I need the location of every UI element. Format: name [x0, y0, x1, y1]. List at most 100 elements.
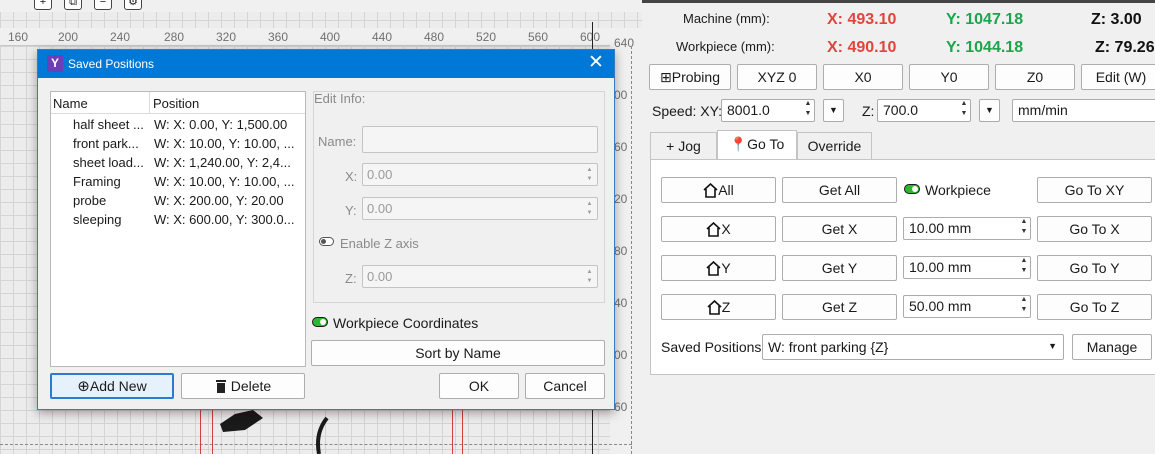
speed-xy-spinner[interactable]: ▲ ▼ [801, 99, 815, 122]
z-target-input[interactable]: 50.00 mm [903, 295, 1031, 318]
workpiece-toggle[interactable] [904, 184, 920, 194]
x-label: X: [345, 169, 358, 184]
dialog-title-bar[interactable]: Y Saved Positions ✕ [38, 50, 614, 78]
speed-xy-value: 8001.0 [727, 102, 770, 118]
enable-z-toggle[interactable] [319, 237, 334, 246]
get-x-button[interactable]: Get X [782, 216, 897, 242]
list-item[interactable]: sheet load... W: X: 1,240.00, Y: 2,4... [51, 154, 305, 173]
y-zero-button[interactable]: Y0 [909, 64, 989, 90]
list-item[interactable]: probe W: X: 200.00, Y: 20.00 [51, 192, 305, 211]
home-y-button[interactable]: Y [661, 255, 776, 281]
home-icon [706, 260, 721, 276]
saved-positions-select[interactable]: W: front parking {Z} ▼ [762, 334, 1064, 360]
material-edge-vertical [631, 46, 632, 454]
app-logo-icon: Y [47, 55, 63, 72]
xyz-zero-button[interactable]: XYZ 0 [737, 64, 817, 90]
list-item[interactable]: front park... W: X: 10.00, Y: 10.00, ... [51, 135, 305, 154]
name-field[interactable] [362, 126, 598, 153]
speed-z-dropdown[interactable]: ▼ [979, 99, 1000, 122]
z-target-spinner[interactable]: ▲ ▼ [1017, 295, 1031, 318]
ruler-label: 400 [320, 30, 341, 44]
y-spinner[interactable]: ▲ ▼ [584, 200, 595, 218]
machine-coords-label: Machine (mm): [683, 11, 770, 26]
edit-workpiece-button[interactable]: Edit (W) [1081, 64, 1155, 90]
control-panel: Machine (mm): X: 493.10 Y: 1047.18 Z: 3.… [642, 0, 1155, 454]
x-target-input[interactable]: 10.00 mm [903, 217, 1031, 240]
units-select[interactable]: mm/min [1012, 99, 1155, 122]
gear-icon[interactable]: ⚙ [124, 0, 142, 10]
speed-z-spinner[interactable]: ▲ ▼ [957, 99, 971, 122]
tab-goto[interactable]: 📍Go To [717, 130, 797, 159]
ruler-label: 600 [580, 30, 601, 44]
home-icon [707, 299, 722, 315]
home-x-button[interactable]: X [661, 216, 776, 242]
add-new-button[interactable]: ⊕Add New [50, 373, 174, 399]
home-z-label: Z [721, 299, 731, 315]
get-z-button[interactable]: Get Z [782, 294, 897, 320]
speed-xy-dropdown[interactable]: ▼ [823, 99, 844, 122]
home-x-label: X [721, 221, 731, 237]
canvas-toolbar: + ⧉ − ⚙ [0, 0, 642, 12]
probing-button[interactable]: ⊞Probing [649, 64, 731, 90]
close-icon[interactable]: ✕ [584, 52, 608, 76]
home-all-button[interactable]: All [661, 177, 776, 203]
x-zero-button[interactable]: X0 [823, 64, 903, 90]
x-field[interactable]: 0.00 ▲ ▼ [362, 163, 598, 186]
edit-info-group: Edit Info: Name: X: 0.00 ▲ ▼ Y: 0.00 ▲ ▼ E… [313, 91, 605, 303]
machine-y-value: Y: 1047.18 [946, 11, 1024, 28]
z-spinner[interactable]: ▲ ▼ [584, 268, 595, 286]
ruler-label: 240 [110, 30, 131, 44]
copy-icon[interactable]: ⧉ [64, 0, 82, 10]
position-value: W: X: 1,240.00, Y: 2,4... [154, 155, 291, 170]
manage-button[interactable]: Manage [1072, 334, 1152, 360]
ok-button[interactable]: OK [439, 373, 519, 399]
goto-panel: All Get All Workpiece Go To XY X Get X 1… [650, 159, 1155, 375]
column-header-position[interactable]: Position [153, 96, 199, 111]
z-label: Z: [345, 271, 357, 286]
speed-z-label: Z: [862, 103, 875, 119]
z-target-value: 50.00 mm [909, 298, 972, 314]
position-name: Framing [73, 174, 121, 189]
cancel-button[interactable]: Cancel [525, 373, 605, 399]
y-target-input[interactable]: 10.00 mm [903, 256, 1031, 279]
column-header-name[interactable]: Name [53, 96, 88, 111]
x-spinner[interactable]: ▲ ▼ [584, 166, 595, 184]
go-to-z-button[interactable]: Go To Z [1037, 294, 1152, 320]
tab-jog[interactable]: + Jog [650, 132, 717, 159]
workpiece-toggle-label: Workpiece [925, 182, 991, 198]
go-to-x-button[interactable]: Go To X [1037, 216, 1152, 242]
list-item[interactable]: sleeping W: X: 600.00, Y: 300.0... [51, 211, 305, 230]
ruler-label: 60 [614, 400, 628, 414]
position-name: half sheet ... [73, 117, 144, 132]
position-value: W: X: 600.00, Y: 300.0... [154, 212, 295, 227]
machine-x-value: X: 493.10 [827, 11, 897, 28]
y-field[interactable]: 0.00 ▲ ▼ [362, 197, 598, 220]
positions-list[interactable]: Name Position half sheet ... W: X: 0.00,… [50, 91, 306, 367]
add-icon[interactable]: + [34, 0, 52, 10]
speed-z-value: 700.0 [883, 102, 919, 118]
tab-override[interactable]: Override [797, 132, 872, 159]
z-zero-button[interactable]: Z0 [995, 64, 1075, 90]
list-item[interactable]: half sheet ... W: X: 0.00, Y: 1,500.00 [51, 116, 305, 135]
sort-by-name-button[interactable]: Sort by Name [311, 340, 605, 366]
go-to-xy-button[interactable]: Go To XY [1037, 177, 1152, 203]
go-to-y-button[interactable]: Go To Y [1037, 255, 1152, 281]
design-shape[interactable] [215, 408, 345, 454]
delete-button[interactable]: Delete [181, 373, 305, 399]
get-all-button[interactable]: Get All [782, 177, 897, 203]
list-item[interactable]: Framing W: X: 10.00, Y: 10.00, ... [51, 173, 305, 192]
get-y-button[interactable]: Get Y [782, 255, 897, 281]
ruler-label: 00 [614, 348, 628, 362]
x-target-spinner[interactable]: ▲ ▼ [1017, 217, 1031, 240]
name-label: Name: [318, 134, 357, 149]
workpiece-coordinates-toggle[interactable] [312, 317, 328, 327]
workpiece-coordinates-label: Workpiece Coordinates [333, 315, 479, 331]
ruler-label: 520 [476, 30, 497, 44]
remove-icon[interactable]: − [94, 0, 112, 10]
z-field[interactable]: 0.00 ▲ ▼ [362, 265, 598, 288]
y-target-spinner[interactable]: ▲ ▼ [1017, 256, 1031, 279]
workpiece-coords-label: Workpiece (mm): [676, 39, 775, 54]
position-value: W: X: 200.00, Y: 20.00 [154, 193, 284, 208]
home-z-button[interactable]: Z [661, 294, 776, 320]
toolpath-line [200, 410, 201, 454]
